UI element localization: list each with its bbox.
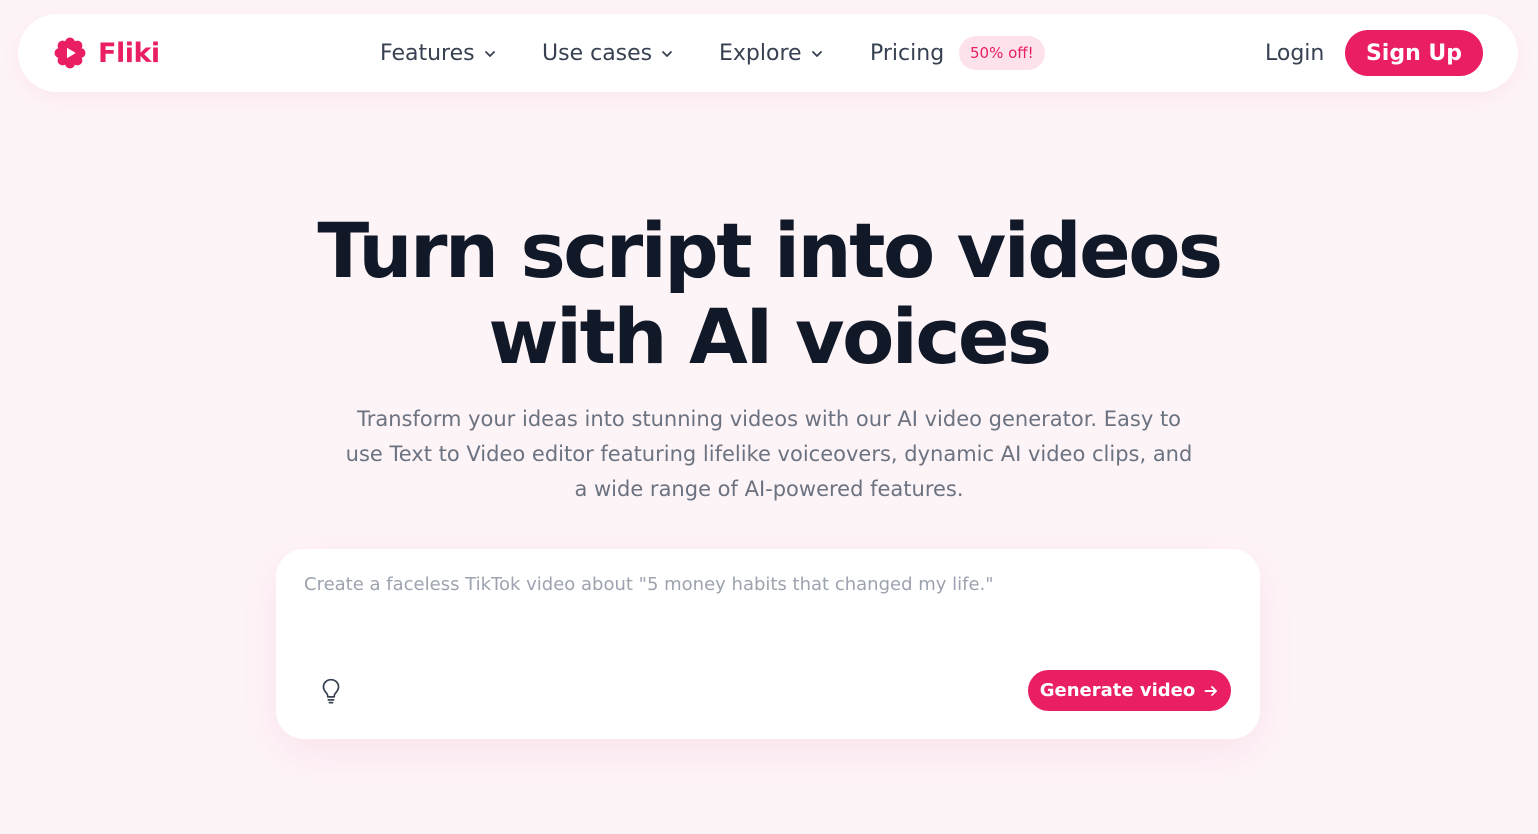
chevron-down-icon [811,51,822,57]
nav-explore-label: Explore [719,40,802,66]
generate-video-label: Generate video [1039,680,1196,701]
signup-button[interactable]: Sign Up [1345,30,1483,76]
chevron-down-icon [484,51,495,57]
nav-features-label: Features [380,40,475,66]
brand-logo[interactable]: Fliki [54,36,160,70]
prompt-input[interactable] [304,571,1232,651]
discount-badge: 50% off! [959,36,1045,70]
nav-features[interactable]: Features [380,38,497,68]
nav-pricing[interactable]: Pricing [870,38,944,68]
brand-name: Fliki [98,37,160,69]
flower-play-icon [54,37,86,69]
arrow-right-icon [1204,685,1218,696]
lightbulb-icon [322,678,340,704]
chevron-down-icon [662,51,673,57]
nav-use-cases[interactable]: Use cases [542,38,674,68]
hero-title-line-1: Turn script into videos [317,206,1223,295]
nav-use-cases-label: Use cases [542,40,653,66]
hero-title-line-2: with AI voices [488,292,1052,381]
nav-pricing-label: Pricing [870,40,945,66]
hero-title: Turn script into videos with AI voices [269,208,1269,380]
hero-subtitle: Transform your ideas into stunning video… [345,407,1193,501]
nav-explore[interactable]: Explore [719,38,824,68]
generate-video-button[interactable]: Generate video [1028,670,1231,711]
top-navbar: Fliki Features Use cases Explore Pricing… [18,14,1518,92]
prompt-card: Generate video [276,549,1260,739]
login-link[interactable]: Login [1265,38,1324,68]
idea-button[interactable] [316,675,346,707]
